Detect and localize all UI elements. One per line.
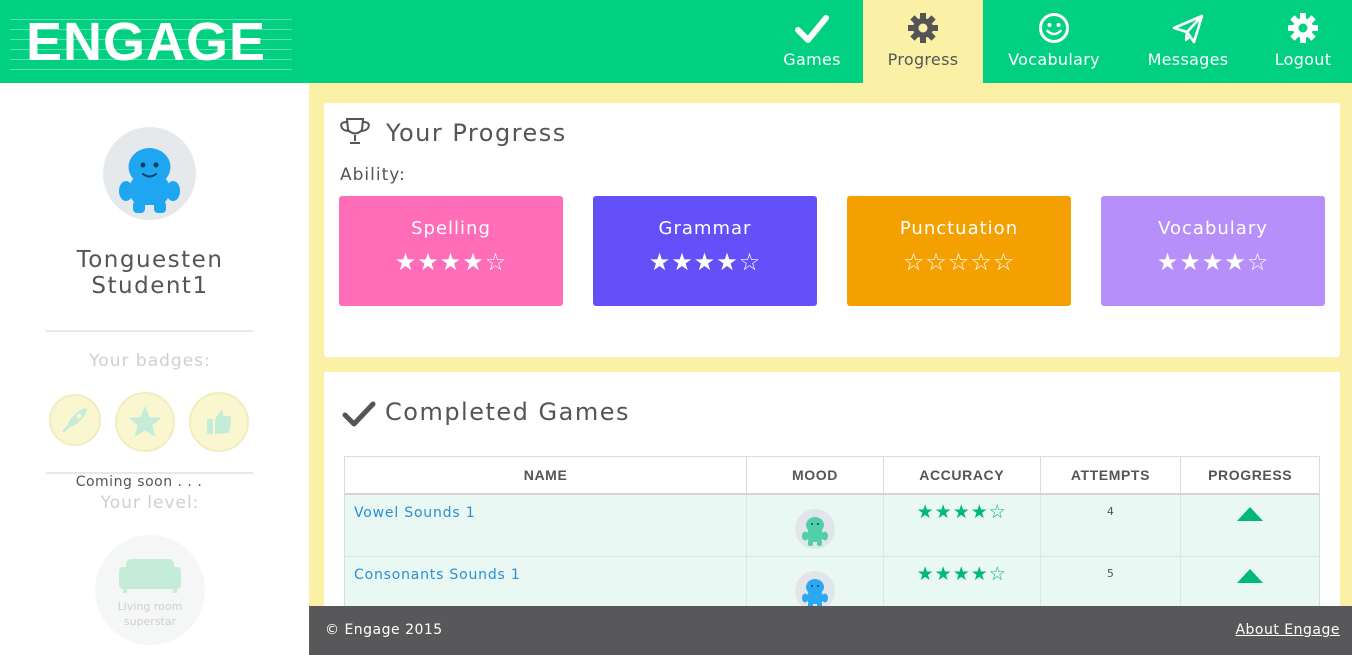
student-name-line1: Tonguesten bbox=[76, 247, 224, 273]
star-badge[interactable] bbox=[115, 392, 175, 452]
attempts-count: 5 bbox=[1106, 567, 1114, 580]
top-nav-bar: ENGAGE Games Progress Vocabulary Message… bbox=[0, 0, 1352, 83]
thumbs-up-icon bbox=[207, 410, 232, 434]
thumbs-up-badge[interactable] bbox=[189, 392, 249, 452]
skill-name: Grammar bbox=[658, 218, 752, 239]
badges-title: Your badges: bbox=[89, 351, 211, 371]
nav-logout[interactable]: Logout bbox=[1262, 0, 1344, 83]
table-row[interactable]: Vowel Sounds 1 ★★★★☆ 4 bbox=[345, 495, 1319, 557]
mood-avatar bbox=[795, 571, 836, 611]
progress-up-arrow-icon bbox=[1237, 569, 1264, 583]
checkmark-icon bbox=[342, 401, 376, 427]
avatar[interactable] bbox=[103, 127, 196, 220]
progress-up-arrow-icon bbox=[1237, 507, 1264, 521]
level-label-line2: superstar bbox=[123, 615, 177, 628]
star-rating: ★★★★☆ bbox=[648, 248, 762, 276]
monster-avatar-icon bbox=[119, 148, 180, 213]
progress-title: Your Progress bbox=[386, 119, 567, 147]
accuracy-rating: ★★★★☆ bbox=[916, 501, 1007, 523]
skill-card-spelling[interactable]: Spelling ★★★★☆ bbox=[339, 196, 563, 306]
trophy-icon bbox=[340, 118, 370, 144]
coming-soon-text: Coming soon . . . bbox=[75, 474, 203, 490]
monster-mood-icon bbox=[802, 579, 829, 608]
about-engage-link[interactable]: About Engage bbox=[1235, 622, 1340, 638]
nav-vocabulary[interactable]: Vocabulary bbox=[998, 0, 1110, 83]
copyright-text: © Engage 2015 bbox=[325, 622, 443, 638]
sofa-icon bbox=[119, 559, 181, 593]
nav-games-label: Games bbox=[783, 50, 841, 69]
nav-messages-label: Messages bbox=[1147, 50, 1229, 69]
nav-games[interactable]: Games bbox=[768, 0, 856, 83]
nav-progress[interactable]: Progress bbox=[863, 0, 983, 83]
table-row[interactable]: Consonants Sounds 1 ★★★★☆ 5 bbox=[345, 557, 1319, 612]
ability-label: Ability: bbox=[340, 165, 406, 185]
accuracy-rating: ★★★★☆ bbox=[916, 563, 1007, 585]
star-rating: ★★★★☆ bbox=[394, 248, 508, 276]
monster-mood-icon bbox=[802, 517, 829, 546]
profile-sidebar: Tonguesten Student1 Your badges: Coming … bbox=[0, 83, 309, 655]
nav-logout-label: Logout bbox=[1274, 50, 1332, 69]
divider bbox=[46, 330, 253, 332]
game-name-link[interactable]: Vowel Sounds 1 bbox=[354, 505, 475, 521]
paper-plane-icon bbox=[1172, 0, 1204, 46]
column-header-accuracy[interactable]: ACCURACY bbox=[884, 457, 1041, 493]
completed-games-title: Completed Games bbox=[385, 398, 630, 426]
student-name: Tonguesten Student1 bbox=[0, 247, 300, 299]
skill-card-punctuation[interactable]: Punctuation ☆☆☆☆☆ bbox=[847, 196, 1071, 306]
engage-logo[interactable]: ENGAGE bbox=[10, 10, 292, 72]
completed-games-panel: Completed Games NAME MOOD ACCURACY ATTEM… bbox=[324, 372, 1340, 612]
rocket-icon bbox=[62, 408, 87, 433]
your-progress-panel: Your Progress Ability: Spelling ★★★★☆ Gr… bbox=[324, 103, 1340, 357]
mood-avatar bbox=[795, 509, 836, 549]
skill-name: Punctuation bbox=[899, 218, 1019, 239]
star-rating: ☆☆☆☆☆ bbox=[902, 248, 1016, 276]
skill-card-grammar[interactable]: Grammar ★★★★☆ bbox=[593, 196, 817, 306]
star-rating: ★★★★☆ bbox=[1156, 248, 1270, 276]
column-header-mood[interactable]: MOOD bbox=[747, 457, 884, 493]
gear-icon bbox=[907, 0, 939, 46]
nav-messages[interactable]: Messages bbox=[1134, 0, 1242, 83]
level-title: Your level: bbox=[100, 493, 200, 513]
smiley-icon bbox=[1038, 0, 1070, 46]
nav-vocabulary-label: Vocabulary bbox=[1008, 50, 1100, 69]
attempts-count: 4 bbox=[1106, 505, 1114, 518]
gear-icon bbox=[1287, 0, 1319, 46]
footer: © Engage 2015 About Engage bbox=[309, 606, 1352, 655]
nav-progress-label: Progress bbox=[887, 50, 959, 69]
student-name-line2: Student1 bbox=[91, 273, 209, 299]
rocket-badge[interactable] bbox=[49, 394, 101, 446]
logo-text: ENGAGE bbox=[26, 12, 267, 72]
column-header-progress[interactable]: PROGRESS bbox=[1181, 457, 1319, 493]
table-header: NAME MOOD ACCURACY ATTEMPTS PROGRESS bbox=[345, 457, 1319, 495]
column-header-name[interactable]: NAME bbox=[345, 457, 748, 493]
level-badge: Living room superstar bbox=[95, 535, 205, 645]
skill-name: Spelling bbox=[411, 218, 491, 239]
level-label: Living room superstar bbox=[95, 599, 205, 629]
column-header-attempts[interactable]: ATTEMPTS bbox=[1041, 457, 1182, 493]
skill-card-vocabulary[interactable]: Vocabulary ★★★★☆ bbox=[1101, 196, 1325, 306]
completed-games-table: NAME MOOD ACCURACY ATTEMPTS PROGRESS Vow… bbox=[344, 456, 1320, 612]
checkmark-icon bbox=[795, 0, 829, 46]
skill-name: Vocabulary bbox=[1158, 218, 1268, 239]
star-icon bbox=[128, 406, 162, 437]
game-name-link[interactable]: Consonants Sounds 1 bbox=[354, 567, 521, 583]
level-label-line1: Living room bbox=[117, 600, 183, 613]
